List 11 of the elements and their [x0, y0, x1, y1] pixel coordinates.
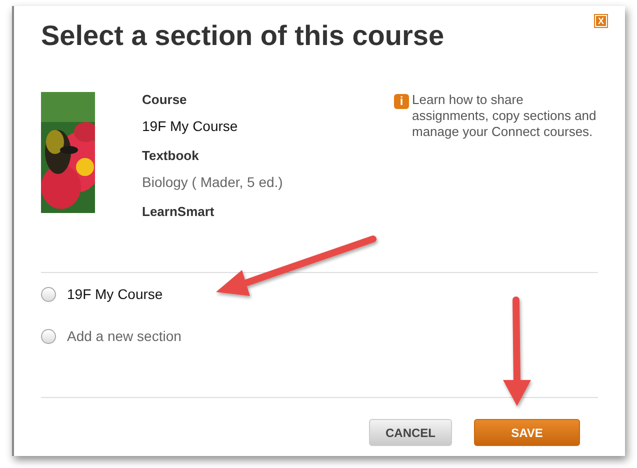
help-link[interactable]: Learn how to share assignments, copy sections and manage your Connect courses.: [412, 92, 598, 140]
field-label: Textbook: [142, 148, 200, 164]
field-value: 19F My Course: [142, 118, 239, 134]
dialog-title: Select a section of this course: [41, 19, 446, 53]
field-label: LearnSmart: [142, 204, 216, 220]
section-option[interactable]: 19F My Course: [41, 286, 598, 302]
field-label: Course: [142, 92, 188, 108]
section-option[interactable]: Add a new section: [41, 328, 598, 344]
field-value: Biology ( Mader, 5 ed.): [142, 174, 284, 190]
info-icon: i: [394, 94, 409, 109]
cancel-button[interactable]: CANCEL: [369, 419, 452, 446]
